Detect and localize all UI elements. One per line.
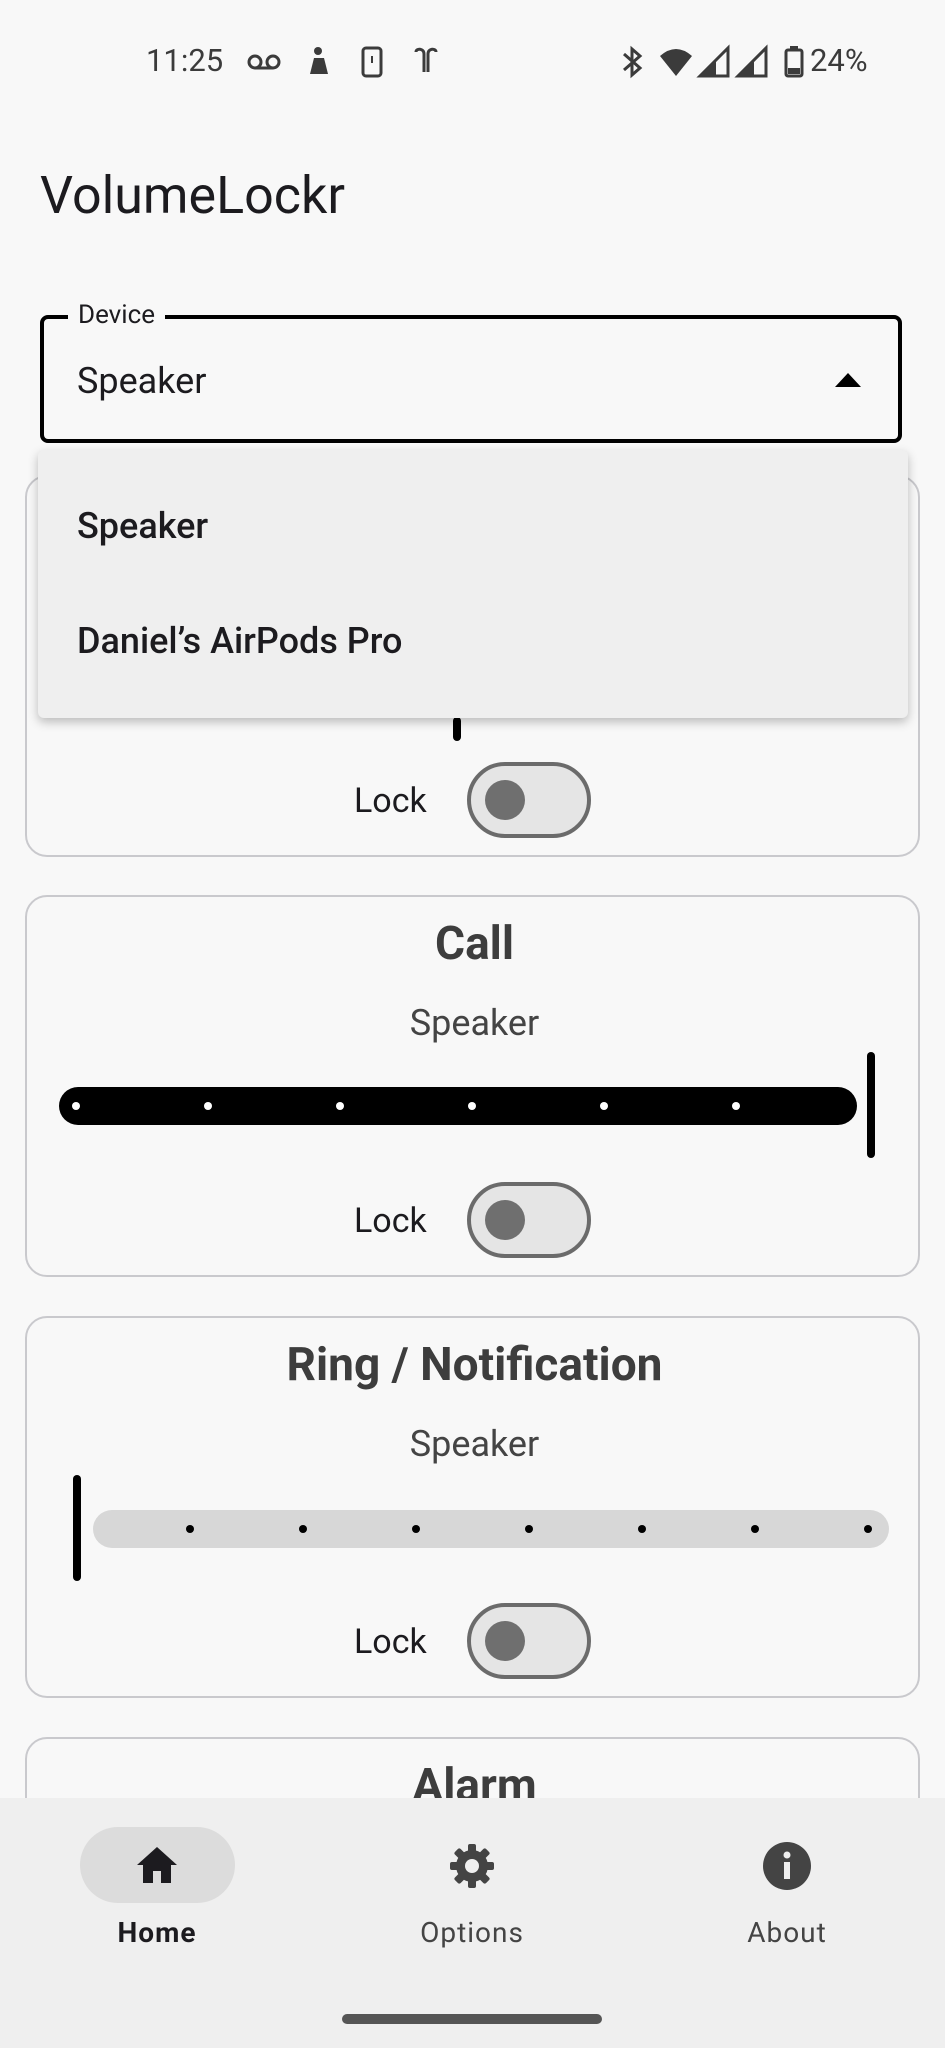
- volume-card-call: Call Speaker Lock: [25, 895, 920, 1277]
- home-icon[interactable]: [135, 1845, 179, 1885]
- signal-icon-2: [734, 44, 768, 78]
- toggle-knob: [485, 780, 525, 820]
- toggle-knob: [485, 1200, 525, 1240]
- status-bar: 11:25 24%: [0, 0, 945, 120]
- volume-card-ring: Ring / Notification Speaker Lock: [25, 1316, 920, 1698]
- card-title: Ring / Notification: [286, 1338, 663, 1392]
- slider-tick: [751, 1525, 759, 1533]
- earbuds-icon: [414, 47, 438, 72]
- lock-label: Lock: [354, 1622, 427, 1662]
- card-subtitle: Speaker: [409, 1002, 540, 1044]
- menu-item-airpods[interactable]: Daniel’s AirPods Pro: [77, 620, 402, 662]
- dropdown-arrow-up-icon[interactable]: [835, 373, 861, 387]
- device-dropdown-menu: [38, 450, 908, 718]
- watch-icon: [361, 46, 383, 78]
- slider-tick: [72, 1102, 80, 1110]
- lock-toggle[interactable]: [467, 1182, 591, 1258]
- voicemail-icon: [247, 54, 281, 70]
- card-subtitle: Speaker: [409, 1423, 540, 1465]
- battery-icon: [784, 46, 804, 78]
- slider-tick: [732, 1102, 740, 1110]
- battery-percent: 24%: [810, 42, 868, 79]
- device-select-value[interactable]: Speaker: [77, 360, 206, 402]
- device-select-label: Device: [68, 300, 165, 330]
- slider-tick: [412, 1525, 420, 1533]
- slider-tick: [299, 1525, 307, 1533]
- status-time: 11:25: [146, 42, 224, 79]
- slider-tick: [336, 1102, 344, 1110]
- volume-slider-thumb[interactable]: [867, 1052, 875, 1158]
- slider-tick: [600, 1102, 608, 1110]
- volume-slider-track[interactable]: [93, 1510, 889, 1548]
- card-title: Call: [434, 917, 515, 971]
- signal-icon: [696, 44, 730, 78]
- nav-options-label[interactable]: Options: [372, 1916, 572, 1949]
- info-icon[interactable]: [762, 1841, 812, 1891]
- menu-item-speaker[interactable]: Speaker: [77, 505, 208, 547]
- slider-tick: [525, 1525, 533, 1533]
- nav-home-label[interactable]: Home: [57, 1916, 257, 1949]
- nav-about-label[interactable]: About: [687, 1916, 887, 1949]
- gear-icon[interactable]: [448, 1842, 496, 1890]
- slider-tick: [864, 1525, 872, 1533]
- volume-slider-track[interactable]: [59, 1087, 857, 1125]
- slider-tick: [186, 1525, 194, 1533]
- lock-toggle[interactable]: [467, 1603, 591, 1679]
- accessibility-icon: [310, 47, 328, 74]
- slider-tick: [204, 1102, 212, 1110]
- toggle-knob: [485, 1621, 525, 1661]
- lock-label: Lock: [354, 781, 427, 821]
- lock-label: Lock: [354, 1201, 427, 1241]
- slider-tick: [468, 1102, 476, 1110]
- wifi-icon: [660, 49, 692, 76]
- slider-tick: [638, 1525, 646, 1533]
- gesture-handle[interactable]: [342, 2014, 602, 2024]
- volume-slider-thumb[interactable]: [73, 1475, 81, 1581]
- bluetooth-icon: [623, 45, 643, 79]
- lock-toggle[interactable]: [467, 762, 591, 838]
- app-title: VolumeLockr: [40, 165, 345, 226]
- volume-slider-thumb[interactable]: [453, 717, 461, 741]
